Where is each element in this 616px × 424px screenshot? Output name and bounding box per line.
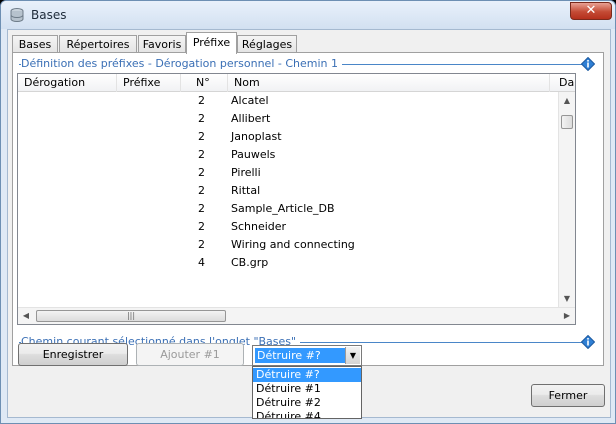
cell-nom: Pirelli [231,166,261,179]
prefixe-panel: Définition des préfixes - Dérogation per… [12,52,604,366]
delete-select-value: Détruire #? [255,348,345,363]
column-header-numero[interactable]: N° [181,74,228,92]
scroll-down-icon[interactable]: ▼ [559,290,575,307]
cell-numero: 2 [198,220,205,233]
cell-nom: Pauwels [231,148,276,161]
cell-nom: Schneider [231,220,287,233]
tab-prefixe[interactable]: Préfixe [186,32,237,54]
cell-numero: 2 [198,184,205,197]
close-icon: ✕ [585,3,597,18]
dropdown-option[interactable]: Détruire #1 [253,382,361,396]
window-title: Bases [31,8,67,22]
scroll-left-icon[interactable]: ◀ [18,308,34,324]
table-row[interactable]: 2 Alcatel [18,92,575,110]
table-row[interactable]: 2 Pauwels [18,146,575,164]
column-header-prefixe[interactable]: Préfixe [117,74,181,92]
section-header-top: Définition des préfixes - Dérogation per… [13,56,603,72]
column-header-nom[interactable]: Nom [228,74,550,92]
cell-numero: 2 [198,202,205,215]
info-icon[interactable] [581,57,595,71]
database-icon [10,8,24,23]
cell-numero: 2 [198,130,205,143]
table-row[interactable]: 2 Wiring and connecting [18,236,575,254]
dropdown-option[interactable]: Détruire #4 [253,410,361,418]
cell-nom: Allibert [231,112,271,125]
title-bar[interactable]: Bases ✕ [1,1,615,29]
vertical-scrollbar[interactable]: ▲ ▼ [558,92,575,307]
chevron-down-icon[interactable]: ▼ [345,347,360,364]
table-row[interactable]: 2 Allibert [18,110,575,128]
table-row[interactable]: 2 Pirelli [18,164,575,182]
cell-nom: Alcatel [231,94,269,107]
table-row[interactable]: 2 Schneider [18,218,575,236]
table-header: Dérogation Préfixe N° Nom Da [18,74,575,92]
cell-numero: 2 [198,94,205,107]
cell-numero: 4 [198,256,205,269]
close-button[interactable]: Fermer [531,384,605,407]
cell-nom: Janoplast [231,130,282,143]
table-row[interactable]: 2 Janoplast [18,128,575,146]
cell-nom: Sample_Article_DB [231,202,335,215]
cell-nom: CB.grp [231,256,269,269]
cell-nom: Wiring and connecting [231,238,355,251]
scroll-right-icon[interactable]: ▶ [559,308,575,324]
dropdown-option[interactable]: Détruire #? [253,368,361,382]
delete-select-list: Détruire #? Détruire #1 Détruire #2 Détr… [252,366,362,419]
horizontal-scrollbar[interactable]: ◀ ||| ▶ [18,307,575,324]
prefix-table: Dérogation Préfixe N° Nom Da 2 Alcatel 2 [17,73,576,325]
table-row[interactable]: 2 Sample_Article_DB [18,200,575,218]
cell-numero: 2 [198,166,205,179]
cell-numero: 2 [198,148,205,161]
dropdown-option[interactable]: Détruire #2 [253,396,361,410]
column-header-derogation[interactable]: Dérogation [18,74,117,92]
vertical-scroll-thumb[interactable] [561,115,573,129]
horizontal-scroll-thumb[interactable]: ||| [36,310,226,322]
bases-window: Bases ✕ Bases Répertoires Favoris Préfix… [0,0,616,424]
window-client: Bases Répertoires Favoris Préfixe Réglag… [7,29,611,419]
window-close-button[interactable]: ✕ [570,2,612,20]
cell-numero: 2 [198,112,205,125]
column-header-date[interactable]: Da [550,74,575,92]
scroll-up-icon[interactable]: ▲ [559,92,575,109]
table-row[interactable]: 2 Rittal [18,182,575,200]
cell-nom: Rittal [231,184,261,197]
cell-numero: 2 [198,238,205,251]
section-title: Définition des préfixes - Dérogation per… [21,56,342,72]
delete-select[interactable]: Détruire #? ▼ [252,345,362,366]
table-row[interactable]: 4 CB.grp [18,254,575,272]
info-icon[interactable] [581,335,595,349]
save-button[interactable]: Enregistrer [18,343,128,366]
add-button[interactable]: Ajouter #1 [136,343,244,366]
